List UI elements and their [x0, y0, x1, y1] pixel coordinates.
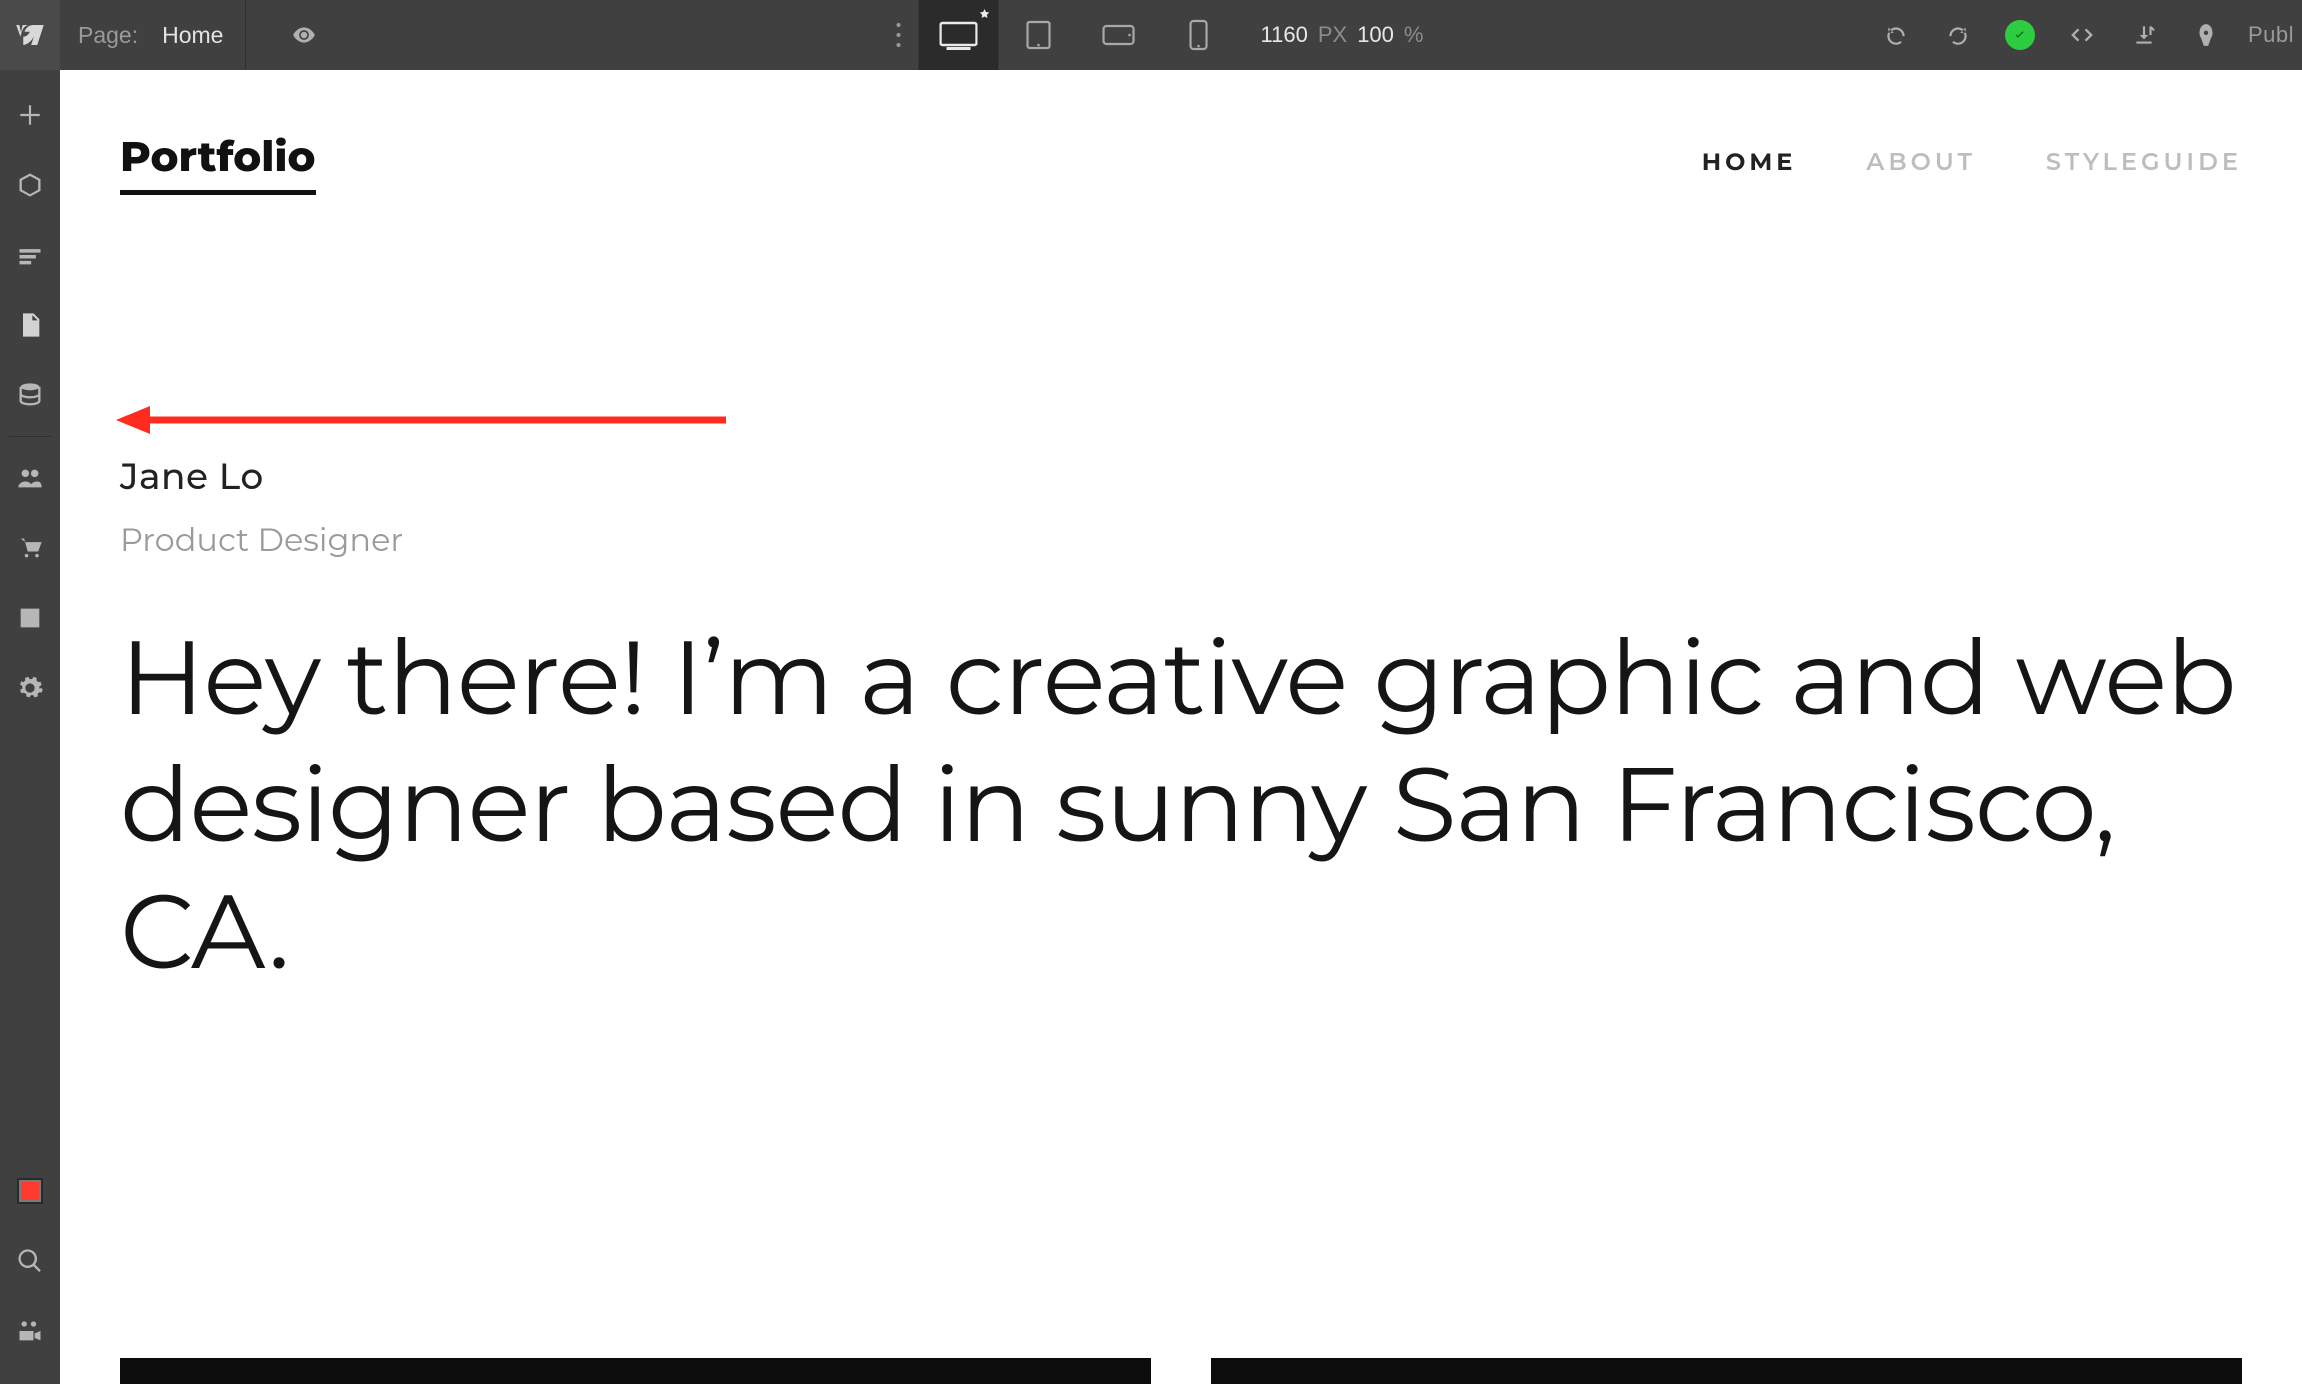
pages-panel-button[interactable] [0, 290, 60, 360]
audit-panel-button[interactable] [0, 1156, 60, 1226]
page-icon [16, 311, 44, 339]
plus-icon [17, 102, 43, 128]
page-name-dropdown[interactable]: Home [162, 22, 223, 49]
canvas-width-unit: PX [1318, 22, 1347, 48]
users-icon [16, 464, 44, 492]
export-button[interactable] [2118, 9, 2170, 61]
nav-link-about[interactable]: ABOUT [1866, 148, 1976, 177]
canvas-width-value[interactable]: 1160 [1261, 22, 1308, 48]
tablet-icon [1024, 20, 1054, 50]
device-desktop-button[interactable] [919, 0, 999, 70]
breakpoint-menu-button[interactable] [879, 20, 919, 50]
site-brand[interactable]: Portfolio [120, 130, 316, 195]
page-label: Page: [78, 22, 138, 49]
cms-panel-button[interactable] [0, 360, 60, 430]
code-icon [2069, 22, 2095, 48]
image-placeholder[interactable] [120, 1358, 1151, 1384]
separator [9, 436, 51, 437]
image-placeholder[interactable] [1211, 1358, 2242, 1384]
cart-icon [16, 534, 44, 562]
undo-button[interactable] [1870, 9, 1922, 61]
hero-name[interactable]: Jane Lo [120, 455, 2242, 499]
export-icon [2131, 22, 2157, 48]
rocket-icon [2193, 22, 2219, 48]
square-red-icon [19, 1180, 41, 1202]
users-panel-button[interactable] [0, 443, 60, 513]
ecommerce-panel-button[interactable] [0, 513, 60, 583]
site-navbar[interactable]: Portfolio HOME ABOUT STYLEGUIDE [60, 70, 2302, 195]
phone-portrait-icon [1188, 19, 1210, 51]
image-icon [16, 604, 44, 632]
hero-headline[interactable]: Hey there! I’m a creative graphic and we… [120, 615, 2242, 996]
desktop-icon [940, 20, 978, 50]
top-toolbar: Page: Home 116 [0, 0, 2302, 70]
gear-icon [16, 674, 44, 702]
undo-icon [1883, 22, 1909, 48]
check-circle-icon [2005, 20, 2035, 50]
redo-button[interactable] [1932, 9, 1984, 61]
separator [245, 0, 246, 70]
symbols-panel-button[interactable] [0, 150, 60, 220]
left-sidebar [0, 70, 60, 1384]
webflow-logo-button[interactable] [0, 0, 60, 70]
status-ok-button[interactable] [1994, 9, 2046, 61]
viewport-switcher: 1160 PX 100 % [879, 0, 1424, 70]
settings-panel-button[interactable] [0, 653, 60, 723]
webflow-logo-icon [15, 20, 45, 50]
eye-icon [291, 22, 317, 48]
hero-role[interactable]: Product Designer [120, 521, 2242, 560]
assets-panel-button[interactable] [0, 583, 60, 653]
canvas-zoom-unit: % [1404, 22, 1424, 48]
nav-link-styleguide[interactable]: STYLEGUIDE [2046, 148, 2242, 177]
site-nav-links: HOME ABOUT STYLEGUIDE [1702, 148, 2242, 177]
canvas-dimensions: 1160 PX 100 % [1261, 22, 1424, 48]
phone-landscape-icon [1102, 24, 1136, 46]
layers-icon [16, 241, 44, 269]
publish-button-icon[interactable] [2180, 9, 2232, 61]
box-icon [16, 171, 44, 199]
code-button[interactable] [2056, 9, 2108, 61]
publish-label[interactable]: Publ [2242, 22, 2296, 48]
design-canvas[interactable]: Portfolio HOME ABOUT STYLEGUIDE Jane Lo … [60, 70, 2302, 1384]
star-icon [979, 8, 991, 20]
search-icon [16, 1247, 44, 1275]
device-phone-landscape-button[interactable] [1079, 0, 1159, 70]
video-tutorials-button[interactable] [0, 1296, 60, 1366]
device-phone-portrait-button[interactable] [1159, 0, 1239, 70]
navigator-panel-button[interactable] [0, 220, 60, 290]
device-tablet-button[interactable] [999, 0, 1079, 70]
add-panel-button[interactable] [0, 80, 60, 150]
image-row [120, 1358, 2242, 1384]
canvas-zoom-value[interactable]: 100 [1357, 22, 1394, 48]
redo-icon [1945, 22, 1971, 48]
search-button[interactable] [0, 1226, 60, 1296]
video-icon [16, 1317, 44, 1345]
database-icon [16, 381, 44, 409]
page-body[interactable]: Portfolio HOME ABOUT STYLEGUIDE Jane Lo … [60, 70, 2302, 1384]
nav-link-home[interactable]: HOME [1702, 148, 1797, 177]
preview-button[interactable] [278, 9, 330, 61]
hero-section[interactable]: Jane Lo Product Designer Hey there! I’m … [60, 195, 2302, 996]
